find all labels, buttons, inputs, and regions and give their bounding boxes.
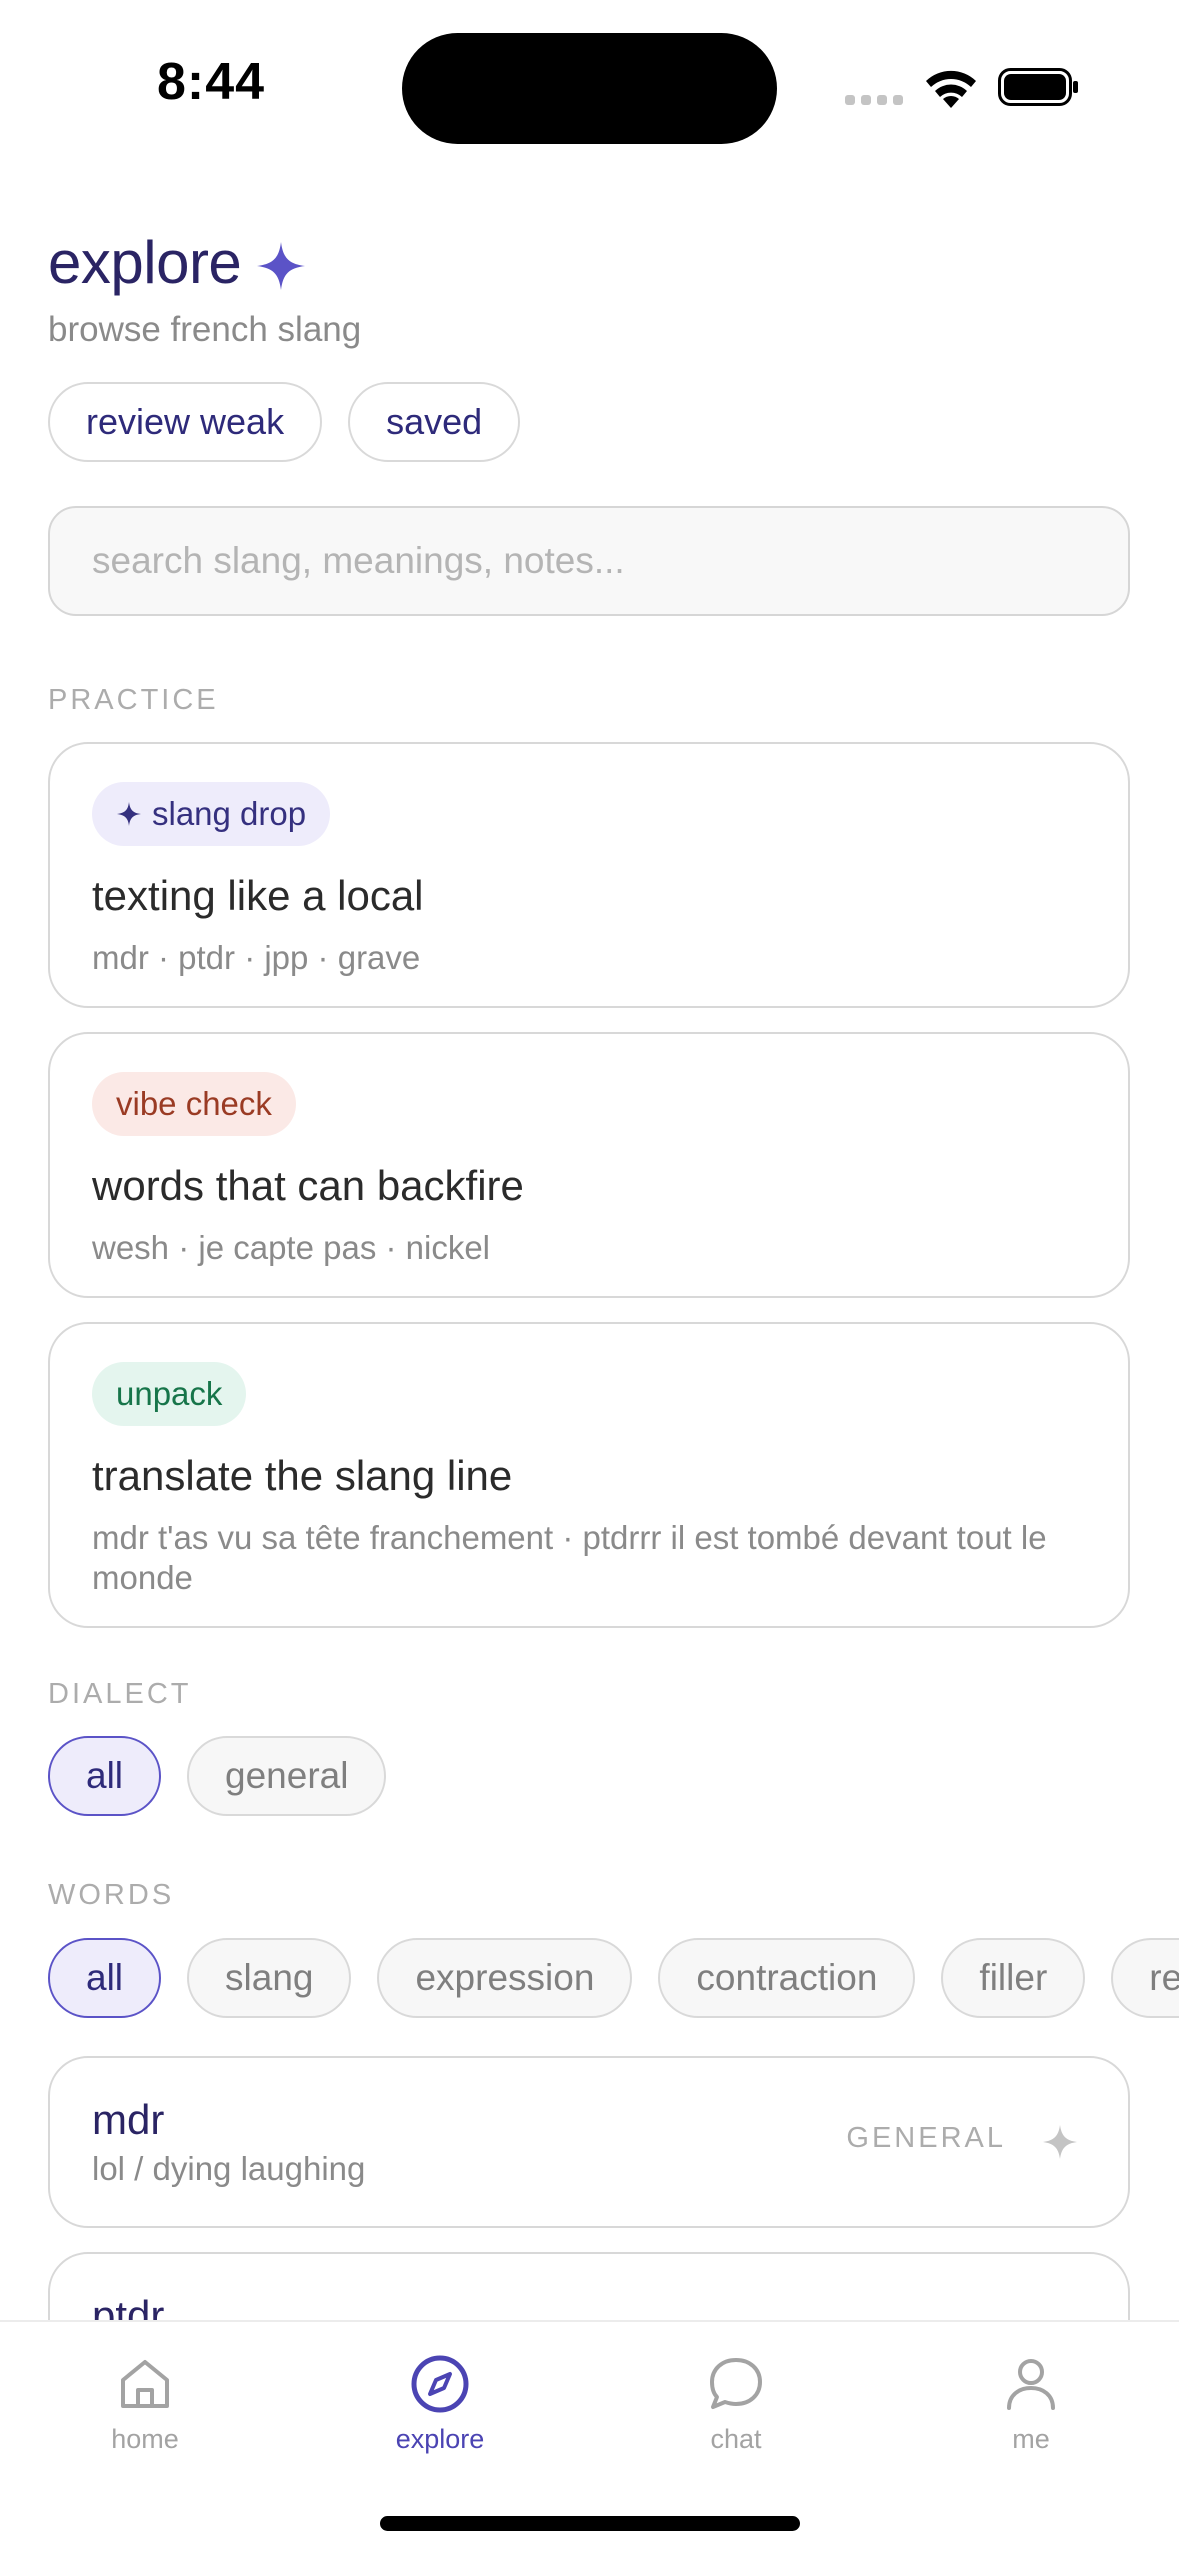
status-time: 8:44: [157, 53, 266, 111]
practice-card-title: translate the slang line: [92, 1452, 513, 1499]
wifi-icon: [926, 70, 976, 108]
practice-card-title: texting like a local: [92, 872, 424, 919]
tab-chat[interactable]: chat: [636, 2352, 836, 2455]
practice-card-subtitle: wesh · je capte pas · nickel: [92, 1229, 491, 1266]
page-subtitle: browse french slang: [48, 310, 362, 349]
word-filter-contraction[interactable]: contraction: [658, 1938, 916, 2018]
saved-button[interactable]: saved: [348, 382, 521, 462]
home-indicator: [380, 2516, 800, 2531]
header: explore: [48, 228, 307, 297]
tab-label: me: [1012, 2424, 1050, 2454]
practice-tag: slang drop: [92, 782, 331, 846]
practice-card-unpack[interactable]: unpack translate the slang line mdr t'as…: [48, 1322, 1130, 1628]
person-icon: [1007, 2359, 1055, 2410]
dialect-filter: all general: [48, 1736, 387, 1816]
sparkle-icon: [117, 802, 141, 826]
chat-bubble-icon: [710, 2358, 762, 2409]
search-input[interactable]: search slang, meanings, notes...: [48, 506, 1130, 616]
word-meaning: lol / dying laughing: [92, 2150, 366, 2187]
review-weak-button[interactable]: review weak: [48, 382, 323, 462]
sparkle-icon: [257, 241, 306, 290]
word-filter-more[interactable]: re: [1111, 1938, 1179, 2018]
practice-tag: vibe check: [92, 1072, 296, 1136]
practice-card-vibe-check[interactable]: vibe check words that can backfire wesh …: [48, 1032, 1130, 1298]
dialect-section-label: DIALECT: [48, 1678, 192, 1710]
home-icon: [121, 2360, 169, 2408]
practice-section-label: PRACTICE: [48, 684, 219, 716]
practice-tag-label: vibe check: [116, 1085, 272, 1122]
tab-label: home: [111, 2424, 179, 2454]
word-filter-filler[interactable]: filler: [941, 1938, 1086, 2018]
tab-label: chat: [710, 2424, 762, 2454]
practice-card-subtitle: mdr · ptdr · jpp · grave: [92, 939, 421, 976]
word-filter-slang[interactable]: slang: [187, 1938, 352, 2018]
practice-tag: unpack: [92, 1362, 247, 1426]
words-section-label: WORDS: [48, 1879, 175, 1911]
save-sparkle-icon[interactable]: [1042, 2124, 1078, 2160]
tab-me[interactable]: me: [931, 2352, 1131, 2455]
compass-icon: [411, 2355, 469, 2413]
explore-screen: 8:44 explore browse french slang review …: [0, 0, 1179, 2556]
tab-explore[interactable]: explore: [340, 2352, 540, 2455]
battery-icon: [998, 68, 1078, 106]
practice-card-subtitle: mdr t'as vu sa tête franchement · ptdrrr…: [92, 1519, 1047, 1596]
word-type-filter: all slang expression contraction filler …: [48, 1938, 1179, 2018]
word-filter-all[interactable]: all: [48, 1938, 162, 2018]
dynamic-island: [402, 33, 777, 144]
practice-tag-label: slang drop: [152, 795, 307, 832]
word-card-mdr[interactable]: mdr lol / dying laughing GENERAL: [48, 2056, 1130, 2228]
dialect-chip-all[interactable]: all: [48, 1736, 162, 1816]
tab-label: explore: [395, 2424, 485, 2454]
page-title: explore: [48, 229, 242, 296]
search-placeholder: search slang, meanings, notes...: [92, 540, 625, 581]
practice-tag-label: unpack: [116, 1375, 223, 1412]
dialect-chip-general[interactable]: general: [187, 1736, 387, 1816]
word-dialect-badge: GENERAL: [846, 2122, 1006, 2154]
word-filter-expression[interactable]: expression: [377, 1938, 633, 2018]
quick-actions: review weak saved: [48, 382, 521, 462]
cellular-signal-icon: [845, 95, 903, 105]
tab-home[interactable]: home: [45, 2352, 245, 2455]
practice-card-slang-drop[interactable]: slang drop texting like a local mdr · pt…: [48, 742, 1130, 1008]
practice-card-title: words that can backfire: [92, 1162, 524, 1209]
